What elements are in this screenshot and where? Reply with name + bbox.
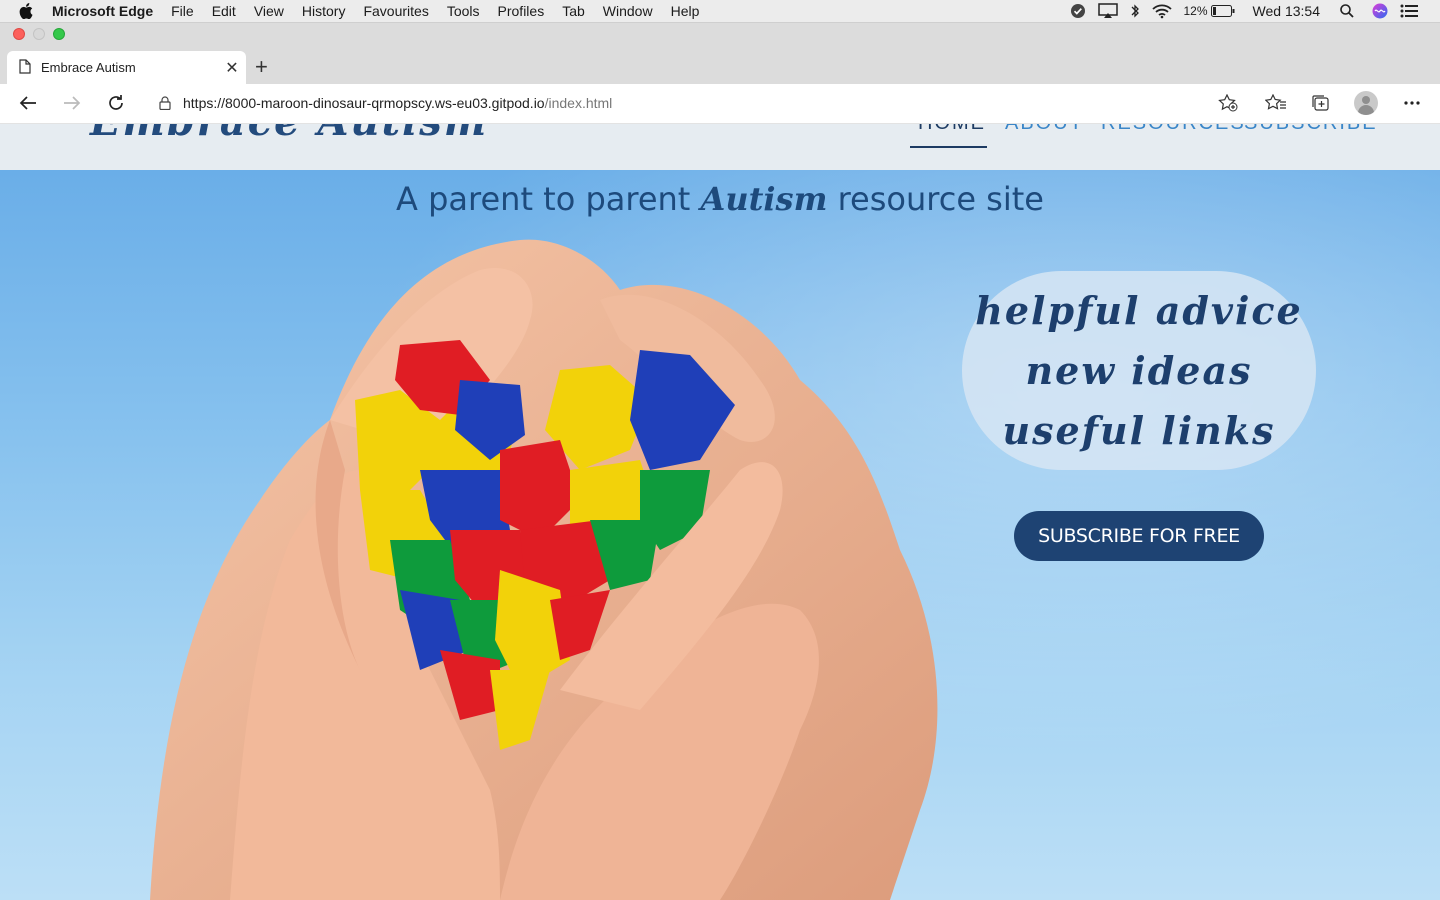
menu-view[interactable]: View xyxy=(254,3,284,19)
subscribe-for-free-button[interactable]: SUBSCRIBE FOR FREE xyxy=(1014,511,1264,561)
address-bar[interactable]: https://8000-maroon-dinosaur-qrmopscy.ws… xyxy=(145,88,1248,118)
status-area: 12% Wed 13:54 xyxy=(1058,0,1440,22)
more-options-icon[interactable] xyxy=(1400,92,1424,114)
menu-help[interactable]: Help xyxy=(671,3,700,19)
macos-menu-bar: Microsoft Edge File Edit View History Fa… xyxy=(0,0,1440,23)
hero-title-post: resource site xyxy=(827,180,1044,218)
avatar-body xyxy=(1358,105,1374,115)
airplay-icon[interactable] xyxy=(1097,3,1118,19)
site-logo[interactable]: Embrace Autism xyxy=(90,124,488,145)
window-minimize-button[interactable] xyxy=(33,28,45,40)
favourites-icon[interactable] xyxy=(1264,92,1288,114)
tagline-line-3: useful links xyxy=(1002,407,1276,453)
menu-window[interactable]: Window xyxy=(603,3,653,19)
tab-strip: Embrace Autism ✕ + xyxy=(0,44,1440,84)
menu-tools[interactable]: Tools xyxy=(447,3,480,19)
menu-tab[interactable]: Tab xyxy=(562,3,585,19)
back-arrow-icon[interactable] xyxy=(16,92,40,114)
forward-arrow-icon[interactable] xyxy=(60,92,84,114)
hero-title-pre: A parent to parent xyxy=(396,180,701,218)
spotlight-search-icon[interactable] xyxy=(1340,4,1354,18)
avatar-head xyxy=(1362,96,1370,104)
wifi-icon[interactable] xyxy=(1151,3,1172,19)
tab-close-icon[interactable]: ✕ xyxy=(218,58,246,78)
collections-icon[interactable] xyxy=(1308,92,1332,114)
menu-history[interactable]: History xyxy=(302,3,346,19)
site-header: Embrace Autism HOME ABOUT RESOURCES SUBS… xyxy=(0,124,1440,170)
menu-profiles[interactable]: Profiles xyxy=(498,3,545,19)
browser-toolbar: https://8000-maroon-dinosaur-qrmopscy.ws… xyxy=(0,84,1440,124)
menu-file[interactable]: File xyxy=(171,3,194,19)
tagline-line-2: new ideas xyxy=(1025,347,1253,393)
menu-app-name[interactable]: Microsoft Edge xyxy=(52,3,153,19)
check-circle-icon[interactable] xyxy=(1070,3,1086,19)
profile-avatar[interactable] xyxy=(1354,91,1378,115)
window-maximize-button[interactable] xyxy=(53,28,65,40)
hero-title-emphasis: Autism xyxy=(700,180,828,218)
nav-home[interactable]: HOME xyxy=(918,124,986,135)
battery-percent: 12% xyxy=(1183,4,1208,18)
clock[interactable]: Wed 13:54 xyxy=(1253,3,1320,19)
menu-edit[interactable]: Edit xyxy=(212,3,236,19)
lock-icon[interactable] xyxy=(159,96,171,110)
menu-favourites[interactable]: Favourites xyxy=(363,3,428,19)
bluetooth-icon[interactable] xyxy=(1130,3,1140,19)
siri-icon[interactable] xyxy=(1372,3,1388,19)
tagline-bubble: helpful advice new ideas useful links xyxy=(962,271,1316,470)
browser-tab-active[interactable]: Embrace Autism ✕ xyxy=(7,51,246,84)
window-close-button[interactable] xyxy=(13,28,25,40)
new-tab-button[interactable]: + xyxy=(255,56,268,78)
hero-title: A parent to parent Autism resource site xyxy=(0,180,1440,218)
nav-resources[interactable]: RESOURCES xyxy=(1101,124,1246,135)
battery-icon[interactable] xyxy=(1210,5,1235,17)
page-icon xyxy=(19,58,31,77)
nav-subscribe[interactable]: SUBSCRIBE xyxy=(1244,124,1378,135)
control-center-icon[interactable] xyxy=(1400,4,1418,18)
apple-menu-icon[interactable] xyxy=(0,3,52,19)
nav-active-underline xyxy=(910,146,987,148)
url-path: /index.html xyxy=(544,95,613,111)
nav-about[interactable]: ABOUT xyxy=(1005,124,1084,135)
add-favourite-icon[interactable] xyxy=(1218,93,1238,115)
web-page: Embrace Autism HOME ABOUT RESOURCES SUBS… xyxy=(0,124,1440,900)
hero-section: A parent to parent Autism resource site … xyxy=(0,170,1440,900)
url-host: https://8000-maroon-dinosaur-qrmopscy.ws… xyxy=(183,95,545,111)
tagline-line-1: helpful advice xyxy=(975,287,1303,333)
tab-title: Embrace Autism xyxy=(41,60,136,75)
refresh-icon[interactable] xyxy=(104,92,128,114)
window-titlebar xyxy=(0,23,1440,44)
